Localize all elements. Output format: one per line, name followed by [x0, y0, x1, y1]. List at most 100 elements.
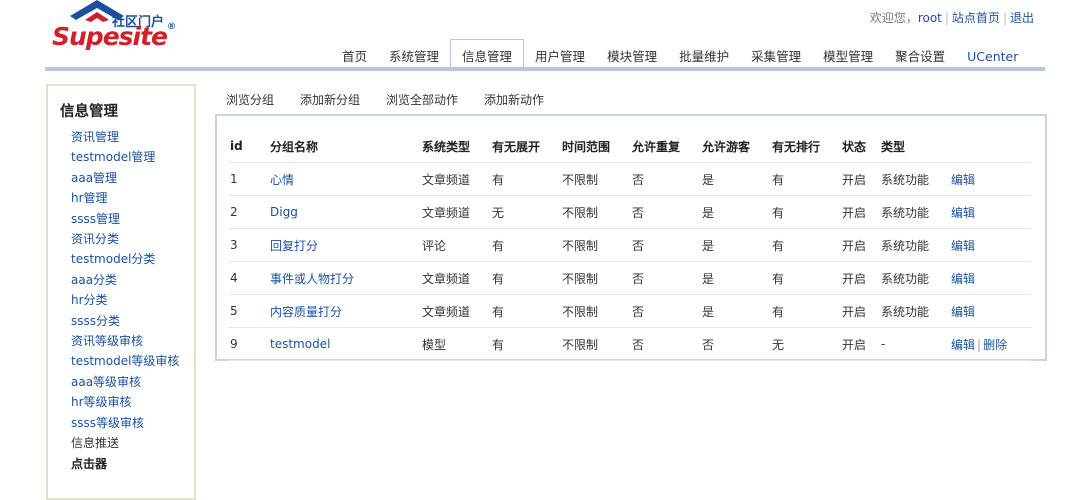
sidebar-item[interactable]: 资讯管理 [71, 127, 183, 147]
cell-repeat: 否 [631, 327, 701, 361]
edit-link[interactable]: 编辑 [951, 272, 975, 286]
cell-status: 开启 [841, 327, 880, 361]
groups-panel: id 分组名称 系统类型 有无展开 时间范围 允许重复 允许游客 有无排行 状态… [215, 114, 1047, 361]
cell-range: 不限制 [561, 327, 631, 361]
cell-status: 开启 [841, 261, 880, 295]
sidebar-item[interactable]: hr管理 [71, 188, 183, 208]
cell-expand: 无 [491, 195, 561, 229]
browse-groups-link[interactable]: 浏览分组 [226, 91, 274, 108]
table-row: 4 事件或人物打分 文章频道有不限制否是有开启 系统功能 编辑 [229, 261, 1031, 295]
cell-rank: 有 [771, 294, 841, 328]
table-row: 2 Digg 文章频道无不限制否是有开启 系统功能 编辑 [229, 195, 1031, 229]
sub-nav: 浏览分组 添加新分组 浏览全部动作 添加新动作 [226, 91, 544, 108]
cell-id: 4 [229, 261, 269, 295]
cell-guest: 是 [701, 195, 771, 229]
table-header-row: id 分组名称 系统类型 有无展开 时间范围 允许重复 允许游客 有无排行 状态… [229, 130, 1031, 163]
add-group-link[interactable]: 添加新分组 [300, 91, 360, 108]
cell-type: 系统功能 [880, 162, 950, 196]
cell-name[interactable]: 事件或人物打分 [269, 261, 421, 295]
cell-guest: 是 [701, 294, 771, 328]
col-header: 允许重复 [631, 130, 701, 163]
separator: | [977, 337, 982, 352]
sidebar-item[interactable]: testmodel等级审核 [71, 351, 183, 371]
sidebar: 信息管理 资讯管理 testmodel管理 aaa管理 hr管理 ssss管理 … [46, 84, 196, 500]
tab-batch[interactable]: 批量维护 [668, 40, 740, 70]
sidebar-title: 信息管理 [60, 104, 118, 120]
sidebar-item[interactable]: 信息推送 [71, 433, 183, 453]
cell-rank: 有 [771, 195, 841, 229]
cell-guest: 是 [701, 162, 771, 196]
col-header: 分组名称 [269, 130, 421, 163]
col-header: 状态 [841, 130, 880, 163]
cell-actions: 编辑 [950, 195, 1031, 229]
cell-range: 不限制 [561, 294, 631, 328]
sidebar-item[interactable]: hr分类 [71, 290, 183, 310]
site-home-link[interactable]: 站点首页 [952, 11, 1000, 25]
table-row: 9 testmodel 模型有不限制否否无开启 - 编辑 | 删除 [229, 327, 1031, 361]
tab-ucenter[interactable]: UCenter [956, 40, 1029, 70]
cell-id: 3 [229, 228, 269, 262]
edit-link[interactable]: 编辑 [951, 206, 975, 220]
cell-name[interactable]: Digg [269, 195, 421, 229]
cell-status: 开启 [841, 195, 880, 229]
cell-type: 系统功能 [880, 228, 950, 262]
edit-link[interactable]: 编辑 [951, 173, 975, 187]
tab-models[interactable]: 模型管理 [812, 40, 884, 70]
cell-range: 不限制 [561, 261, 631, 295]
tab-info-management[interactable]: 信息管理 [450, 39, 525, 70]
edit-link[interactable]: 编辑 [951, 239, 975, 253]
sidebar-item[interactable]: ssss等级审核 [71, 413, 183, 433]
registered-mark: ® [167, 22, 176, 32]
col-header [950, 130, 1031, 163]
cell-range: 不限制 [561, 228, 631, 262]
sidebar-item-active[interactable]: 点击器 [71, 454, 183, 474]
sidebar-item[interactable]: 资讯分类 [71, 229, 183, 249]
sidebar-menu: 资讯管理 testmodel管理 aaa管理 hr管理 ssss管理 资讯分类 … [48, 127, 194, 474]
sidebar-item[interactable]: aaa管理 [71, 168, 183, 188]
cell-rank: 有 [771, 261, 841, 295]
add-action-link[interactable]: 添加新动作 [484, 91, 544, 108]
cell-status: 开启 [841, 294, 880, 328]
sidebar-item[interactable]: testmodel管理 [71, 147, 183, 167]
table-row: 1 心情 文章频道有不限制否是有开启 系统功能 编辑 [229, 162, 1031, 196]
delete-link[interactable]: 删除 [983, 338, 1007, 352]
col-header: 有无排行 [771, 130, 841, 163]
username-link[interactable]: root [918, 11, 942, 25]
cell-expand: 有 [491, 162, 561, 196]
sidebar-item[interactable]: hr等级审核 [71, 392, 183, 412]
tab-collect[interactable]: 采集管理 [740, 40, 812, 70]
logo[interactable]: 社区门户 Supesite® [52, 0, 182, 54]
cell-systype: 文章频道 [421, 162, 491, 196]
edit-link[interactable]: 编辑 [951, 305, 975, 319]
cell-actions: 编辑 [950, 228, 1031, 262]
tab-system[interactable]: 系统管理 [378, 40, 450, 70]
greeting-text: 欢迎您， [869, 11, 918, 25]
edit-link[interactable]: 编辑 [951, 338, 975, 352]
sidebar-item[interactable]: aaa分类 [71, 270, 183, 290]
cell-expand: 有 [491, 327, 561, 361]
cell-name[interactable]: 回复打分 [269, 228, 421, 262]
cell-name[interactable]: testmodel [269, 327, 421, 361]
sidebar-item[interactable]: 资讯等级审核 [71, 331, 183, 351]
tab-modules[interactable]: 模块管理 [596, 40, 668, 70]
cell-expand: 有 [491, 261, 561, 295]
logout-link[interactable]: 退出 [1010, 11, 1034, 25]
tab-home[interactable]: 首页 [331, 40, 378, 70]
cell-guest: 是 [701, 228, 771, 262]
cell-rank: 无 [771, 327, 841, 361]
sidebar-item[interactable]: ssss管理 [71, 209, 183, 229]
sidebar-item[interactable]: aaa等级审核 [71, 372, 183, 392]
tab-users[interactable]: 用户管理 [524, 40, 596, 70]
browse-actions-link[interactable]: 浏览全部动作 [386, 91, 458, 108]
cell-range: 不限制 [561, 195, 631, 229]
tab-aggregate[interactable]: 聚合设置 [884, 40, 956, 70]
cell-repeat: 否 [631, 294, 701, 328]
cell-systype: 文章频道 [421, 261, 491, 295]
cell-actions: 编辑 [950, 294, 1031, 328]
cell-name[interactable]: 心情 [269, 162, 421, 196]
cell-name[interactable]: 内容质量打分 [269, 294, 421, 328]
sidebar-item[interactable]: ssss分类 [71, 311, 183, 331]
cell-id: 9 [229, 327, 269, 361]
col-header: 系统类型 [421, 130, 491, 163]
sidebar-item[interactable]: testmodel分类 [71, 249, 183, 269]
